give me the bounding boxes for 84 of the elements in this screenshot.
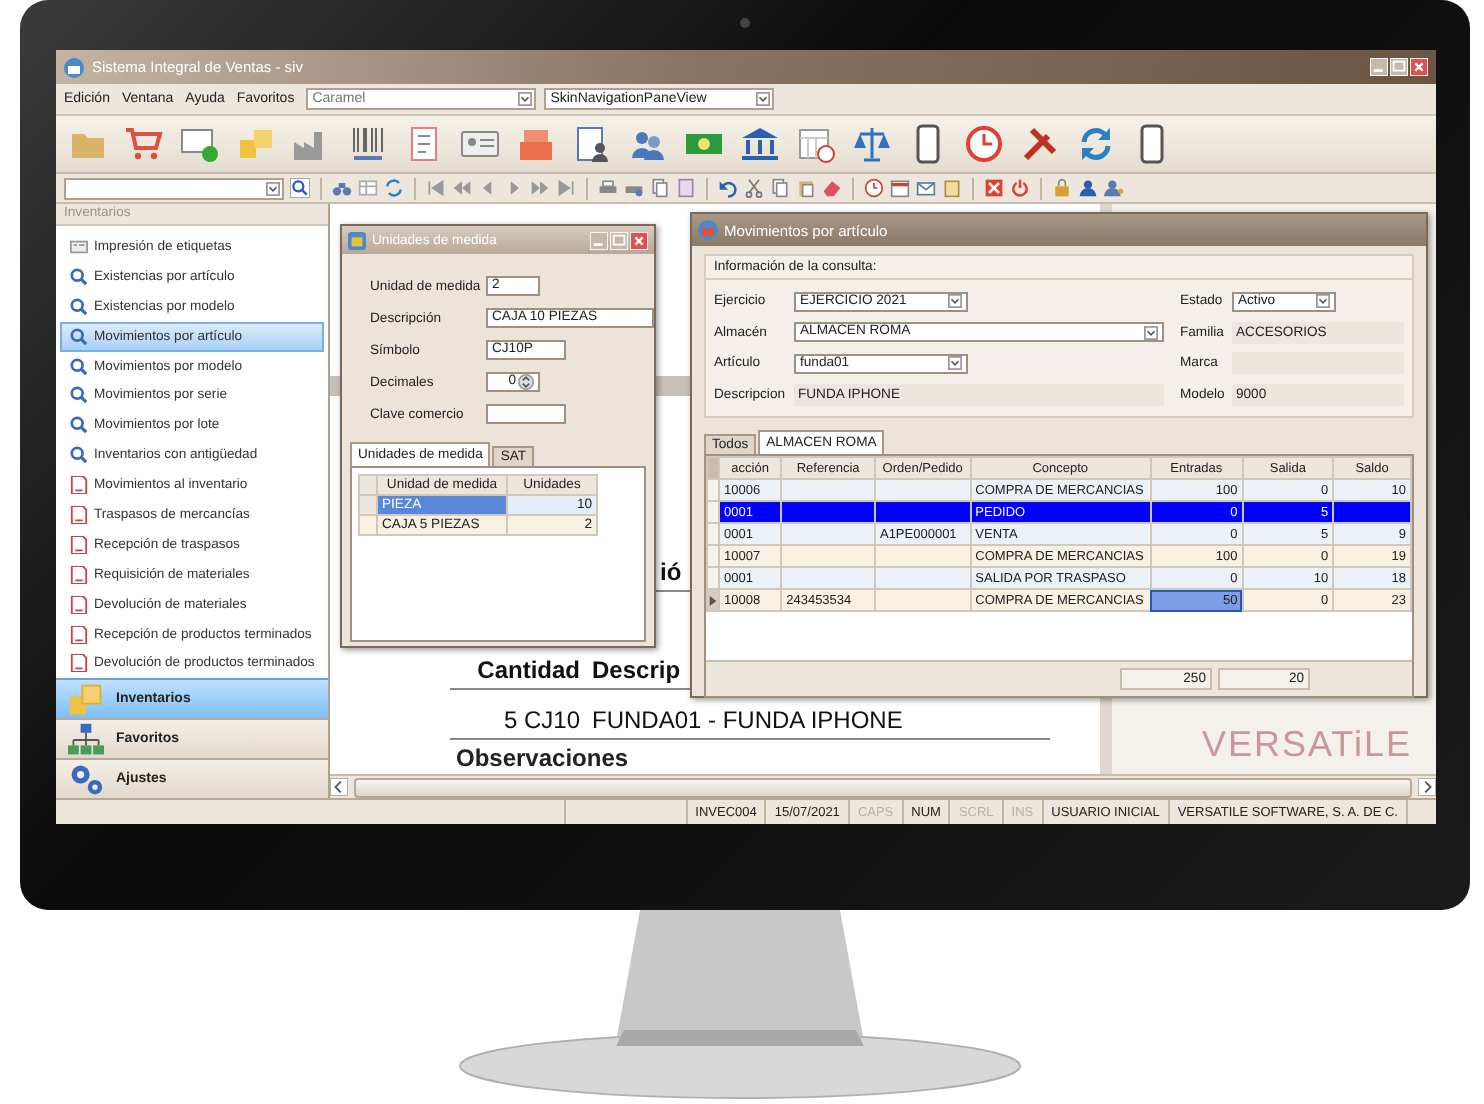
undo-icon[interactable] — [718, 178, 738, 198]
minimize-icon[interactable] — [1370, 58, 1388, 76]
caret-icon — [518, 92, 533, 106]
printer-icon[interactable] — [598, 178, 618, 198]
document-icon — [70, 565, 88, 584]
user-key-icon[interactable] — [1104, 178, 1124, 198]
caret-icon — [756, 92, 771, 106]
search-icon — [70, 267, 88, 286]
caret-icon — [1316, 294, 1330, 309]
search-icon — [70, 327, 88, 346]
binoculars-icon[interactable] — [332, 178, 352, 198]
search-icon — [70, 297, 88, 316]
last-icon[interactable] — [556, 178, 576, 198]
spin-arrows-icon — [518, 374, 534, 390]
description-text: FUNDA01 - FUNDA IPHONE — [592, 706, 903, 734]
document-icon[interactable] — [676, 178, 696, 198]
search-icon — [70, 357, 88, 375]
mail-icon[interactable] — [916, 178, 936, 198]
document-icon — [70, 535, 88, 554]
input-field[interactable] — [486, 404, 566, 424]
document-icon — [70, 625, 88, 644]
first-icon[interactable] — [426, 178, 446, 198]
clock-icon[interactable] — [864, 178, 884, 198]
grid-icon[interactable] — [358, 178, 378, 198]
report-heading: ió — [660, 558, 682, 586]
lock-icon[interactable] — [1052, 178, 1072, 198]
network-icon — [68, 721, 104, 758]
clock-icon[interactable] — [964, 124, 1004, 164]
caret-icon — [948, 294, 962, 309]
minimize-icon[interactable] — [590, 231, 608, 249]
close-icon[interactable] — [984, 178, 1004, 198]
quantity-text: 5 CJ10 — [501, 706, 580, 734]
caret-icon — [1144, 325, 1158, 340]
clipboard-icon[interactable] — [942, 178, 962, 198]
calendar-icon[interactable] — [890, 178, 910, 198]
app-icon — [698, 220, 718, 240]
row-pointer-icon — [708, 595, 718, 605]
calendar-clock-icon[interactable] — [796, 124, 836, 164]
eraser-icon[interactable] — [822, 178, 842, 198]
document-icon — [70, 595, 88, 614]
refresh-icon[interactable] — [1076, 124, 1116, 164]
camera-icon — [740, 18, 750, 28]
refresh-icon[interactable] — [384, 178, 404, 198]
app-icon — [64, 57, 84, 77]
rewind-icon[interactable] — [452, 178, 472, 198]
card-check-icon[interactable] — [180, 124, 220, 164]
cart-icon[interactable] — [124, 124, 164, 164]
copy-icon[interactable] — [770, 178, 790, 198]
boxes-icon — [68, 681, 104, 718]
barcode-icon[interactable] — [348, 124, 388, 164]
user-icon[interactable] — [1078, 178, 1098, 198]
document-person-icon[interactable] — [572, 124, 612, 164]
label-icon — [70, 237, 88, 256]
scale-icon[interactable] — [852, 124, 892, 164]
section-heading: Observaciones — [456, 744, 629, 772]
app-icon — [348, 231, 366, 249]
caret-icon — [948, 356, 962, 371]
scissors-icon[interactable] — [744, 178, 764, 198]
bank-icon[interactable] — [740, 124, 780, 164]
paste-icon[interactable] — [796, 178, 816, 198]
search-dropdown[interactable] — [64, 177, 284, 199]
gears-icon — [68, 761, 104, 798]
caret-icon — [266, 181, 280, 195]
search-icon — [70, 416, 88, 435]
search-icon — [70, 386, 88, 405]
logo-text: VERSATiLE — [1201, 724, 1412, 766]
search-icon — [70, 446, 88, 465]
search-icon[interactable] — [290, 178, 310, 198]
horizontal-scrollbar[interactable] — [330, 774, 1436, 798]
close-icon[interactable] — [630, 231, 648, 249]
cash-register-icon[interactable] — [516, 124, 556, 164]
fast-forward-icon[interactable] — [530, 178, 550, 198]
close-icon[interactable] — [1410, 58, 1428, 76]
maximize-icon[interactable] — [610, 231, 628, 249]
document-icon — [70, 476, 88, 495]
document-icon — [70, 654, 88, 673]
document-icon — [70, 505, 88, 524]
power-icon[interactable] — [1010, 178, 1030, 198]
maximize-icon[interactable] — [1390, 58, 1408, 76]
copy-icon[interactable] — [650, 178, 670, 198]
column-heading: Descrip — [592, 656, 681, 684]
scroll-right-icon — [1418, 778, 1436, 796]
scroll-left-icon — [330, 778, 348, 796]
column-heading: Cantidad — [475, 656, 580, 684]
